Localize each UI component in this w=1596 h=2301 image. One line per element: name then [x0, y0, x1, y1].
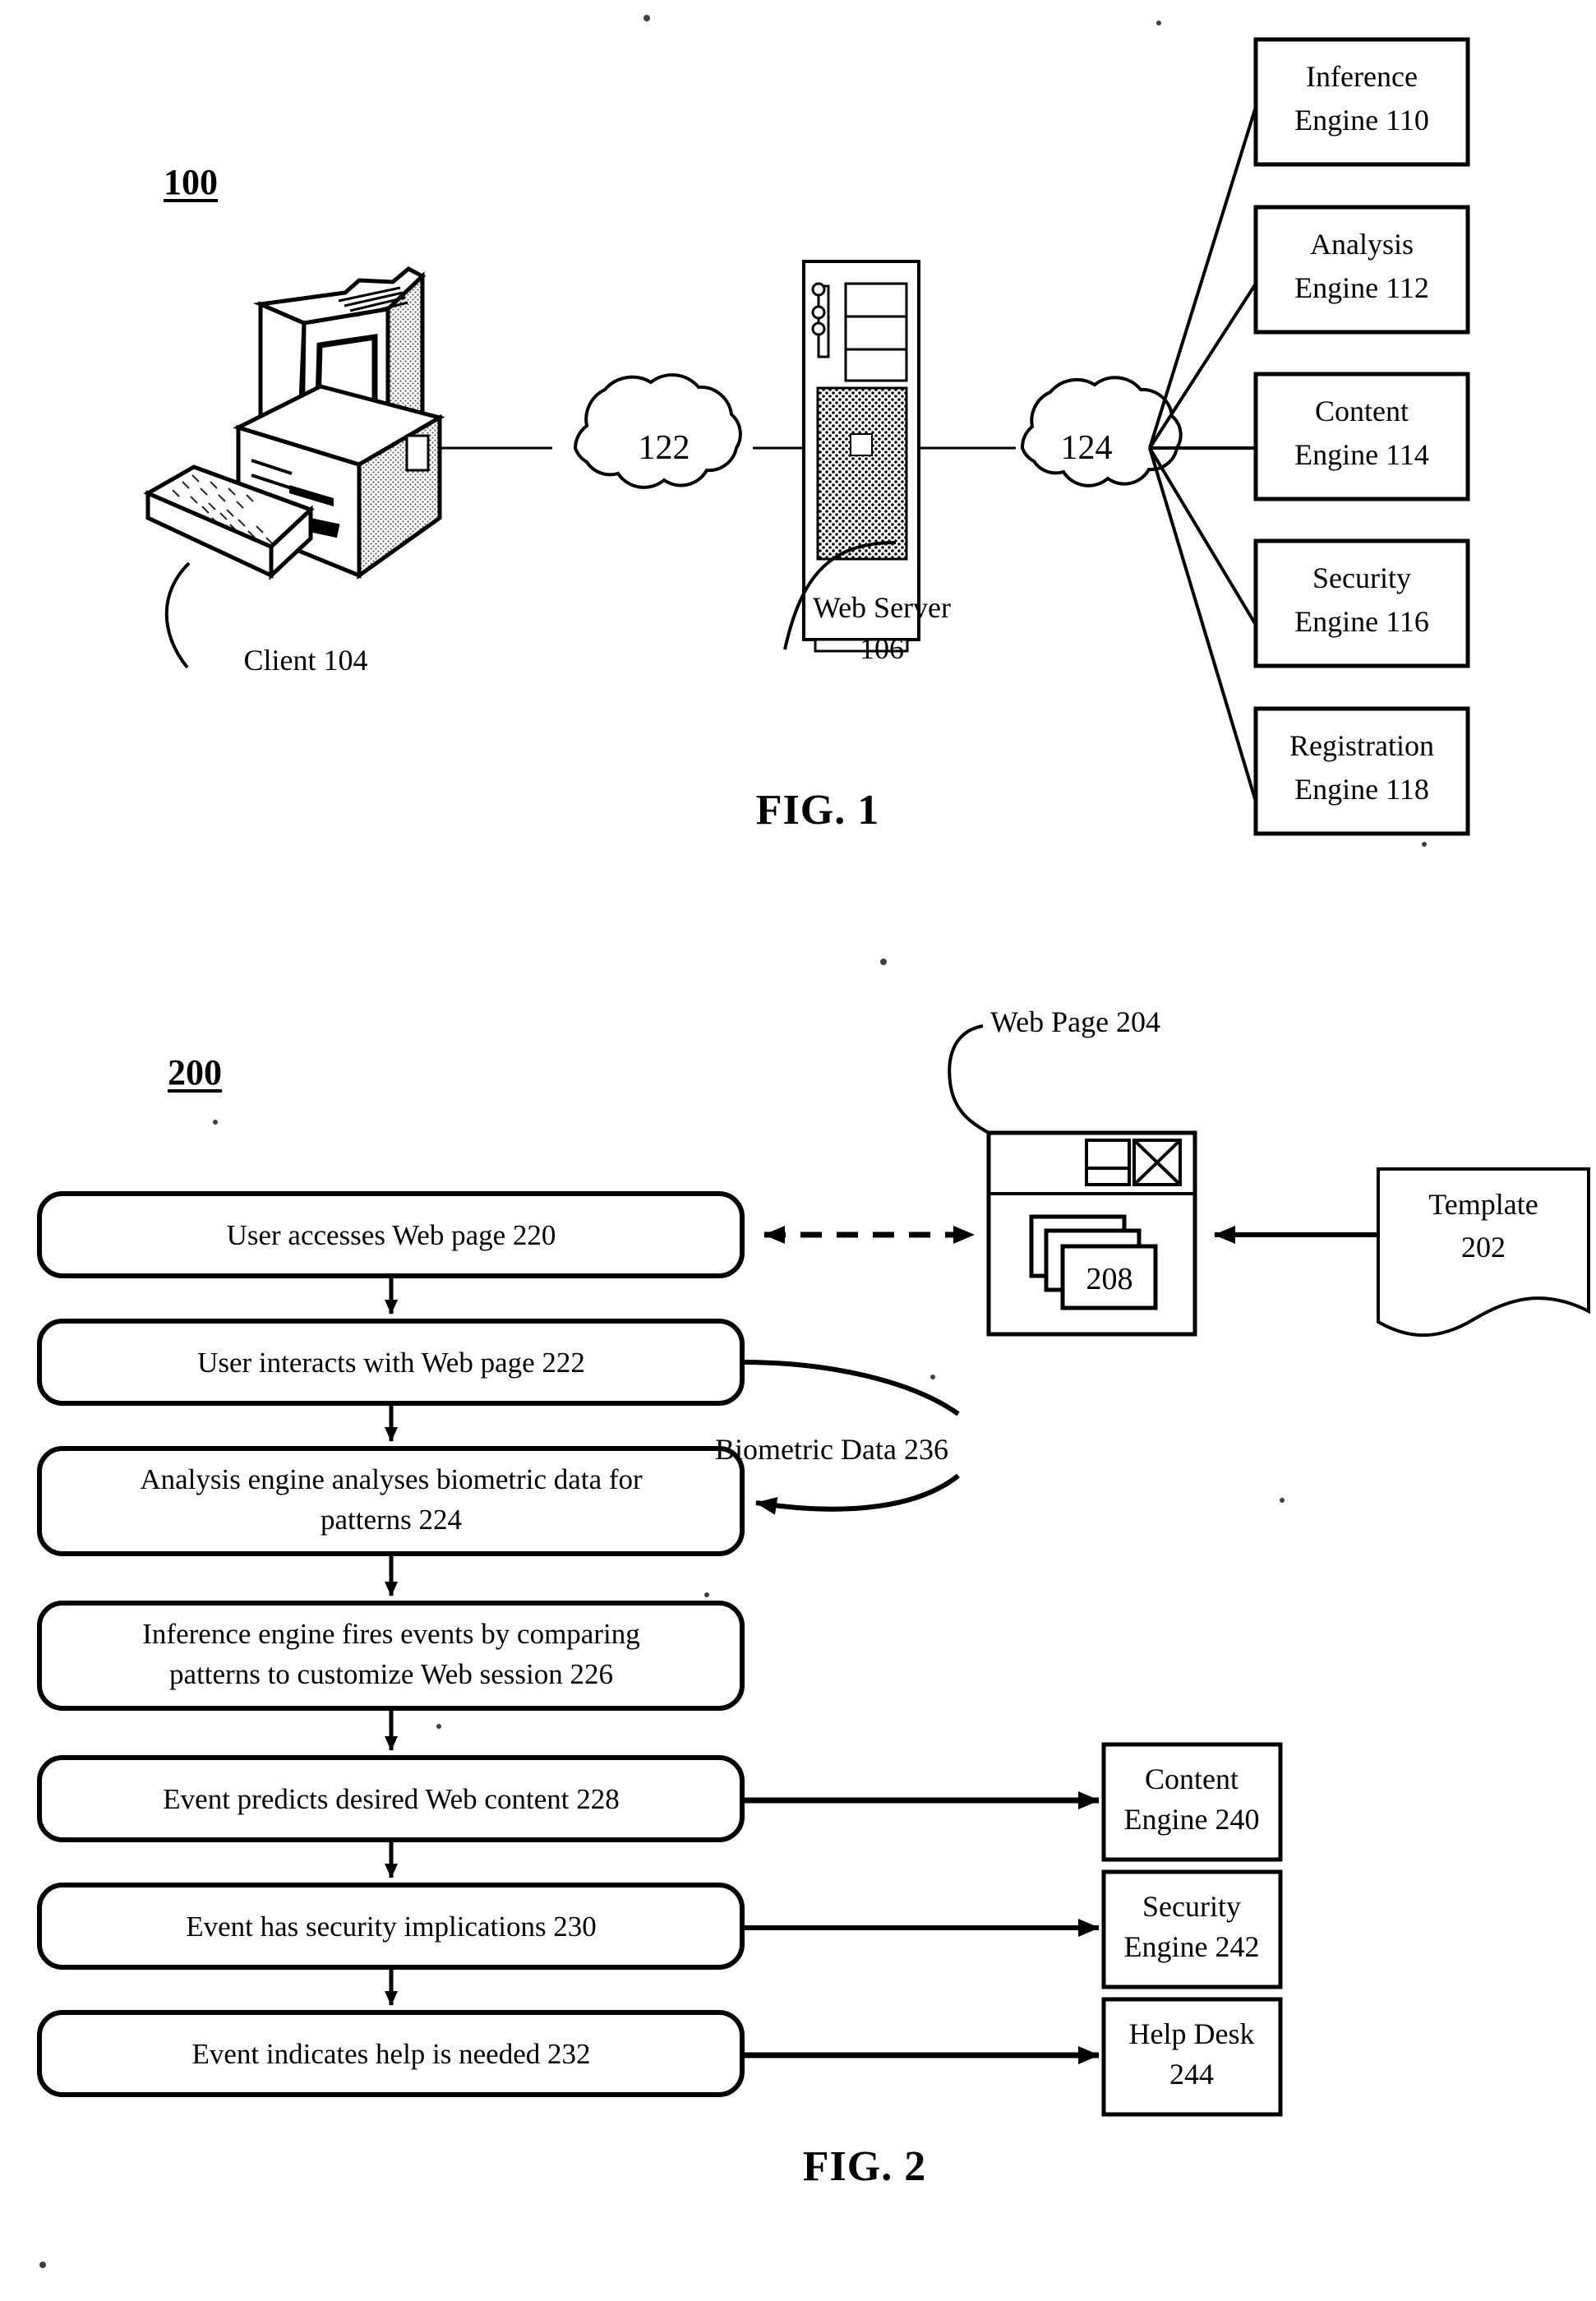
engine-boxes [1253, 37, 1470, 836]
flow-step-232-line1: Event indicates help is needed 232 [191, 2038, 591, 2070]
engine-box-analysis-line2: Engine 112 [1294, 271, 1429, 304]
flow-step-230-line1: Event has security implications 230 [186, 1911, 597, 1943]
engine-box-analysis-line1: Analysis [1310, 228, 1414, 261]
target-box-security-line1: Security [1142, 1890, 1241, 1923]
template-label-line1: Template [1428, 1188, 1538, 1221]
flow-step-222-line1: User interacts with Web page 222 [197, 1347, 585, 1379]
patent-figure-sheet: 100 Inference Engine 110 Analysis Engine… [0, 0, 1596, 2301]
figure-1-caption: FIG. 1 [755, 787, 880, 834]
engine-box-registration-line1: Registration [1289, 729, 1434, 762]
figure-2-reference-label: 200 [168, 1052, 222, 1093]
biometric-data-label: Biometric Data 236 [715, 1433, 948, 1466]
flow-step-226-line1: Inference engine fires events by compari… [142, 1618, 640, 1650]
figure-linework [37, 15, 1590, 2268]
flow-step-220-line1: User accesses Web page 220 [226, 1219, 556, 1251]
web-server-label-line2: 106 [860, 632, 904, 665]
cloud-label-124: 124 [1060, 429, 1113, 467]
figure-2-caption: FIG. 2 [802, 2143, 927, 2190]
web-page-callout: Web Page 204 [990, 1005, 1161, 1038]
arrows-to-targets [742, 1791, 1100, 2064]
flow-step-226-line2: patterns to customize Web session 226 [169, 1658, 613, 1690]
cloud-label-122: 122 [638, 429, 690, 467]
engine-box-security-line2: Engine 116 [1294, 605, 1429, 638]
engine-box-inference-line2: Engine 110 [1294, 104, 1429, 136]
figure-1-reference-label: 100 [164, 162, 218, 202]
engine-box-security-line1: Security [1312, 561, 1411, 594]
leader-web-page [948, 1024, 989, 1134]
flow-step-228-line1: Event predicts desired Web content 228 [163, 1783, 620, 1815]
engine-box-content-line2: Engine 114 [1294, 438, 1429, 471]
browser-window-icon [986, 1130, 1197, 1337]
flow-step-224-line1: Analysis engine analyses biometric data … [140, 1463, 643, 1495]
target-box-helpdesk-line2: 244 [1169, 2058, 1214, 2091]
target-box-helpdesk-line1: Help Desk [1128, 2017, 1255, 2050]
desktop-computer-icon [143, 266, 552, 580]
template-label-line2: 202 [1461, 1231, 1506, 1264]
engine-box-content-line1: Content [1315, 395, 1409, 427]
engine-box-registration-line2: Engine 118 [1294, 773, 1429, 806]
target-box-content-line1: Content [1145, 1763, 1239, 1795]
leader-client [164, 561, 191, 669]
engine-box-inference-line1: Inference [1306, 60, 1418, 93]
target-box-content-line2: Engine 240 [1123, 1803, 1260, 1836]
target-box-security-line2: Engine 242 [1123, 1930, 1260, 1963]
flow-step-224-line2: patterns 224 [320, 1504, 463, 1536]
web-page-content-label: 208 [1086, 1262, 1133, 1296]
client-label: Client 104 [243, 644, 368, 677]
web-server-label-line1: Web Server [812, 591, 952, 624]
